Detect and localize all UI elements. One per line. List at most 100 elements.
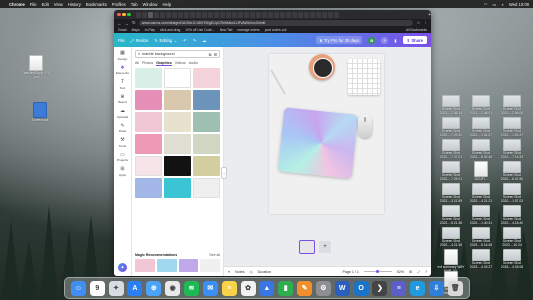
browser-tab[interactable] [207, 11, 213, 18]
zoom-slider[interactable] [363, 269, 392, 274]
tab-photos[interactable]: Photos [142, 61, 153, 66]
reload-icon[interactable]: ↻ [132, 20, 136, 26]
browser-tab[interactable] [171, 11, 177, 18]
desktop-file-icon[interactable]: Screen Shot 2022-...7.15.33 [495, 139, 529, 159]
close-window-button[interactable] [117, 12, 121, 17]
browser-tab[interactable] [213, 11, 219, 18]
redo-icon[interactable]: ↷ [193, 38, 197, 43]
result-tile[interactable] [164, 178, 191, 198]
chrome-icon[interactable]: ◉ [165, 280, 181, 296]
browser-tab[interactable] [255, 11, 261, 18]
result-tile[interactable] [193, 134, 220, 154]
zoom-level[interactable]: 52% [397, 270, 404, 274]
rail-item-brand[interactable]: ♛ Brand [118, 94, 126, 105]
coffee-cup-graphic[interactable] [309, 54, 335, 80]
result-tile[interactable] [135, 156, 162, 176]
pen-graphic[interactable] [270, 69, 286, 95]
browser-tab[interactable] [243, 11, 249, 18]
result-tile[interactable] [164, 90, 191, 110]
browser-tab[interactable] [333, 11, 339, 18]
desktop-file-icon[interactable]: Screen Shot 2022-...4.21.21 [464, 183, 498, 203]
desktop-file-icon[interactable]: Screen Shot 2022-...1.40.31 [464, 205, 498, 225]
result-tile[interactable] [135, 112, 162, 132]
resize-button[interactable]: ⤢ Resize [131, 38, 149, 43]
result-tile[interactable] [193, 112, 220, 132]
tab-audio[interactable]: Audio [189, 61, 198, 66]
help-icon[interactable]: ? [425, 270, 427, 274]
battery-icon[interactable]: ▭ [492, 2, 496, 7]
desktop-file-icon[interactable]: ext summary WAY FAIR JUL [434, 249, 468, 273]
desktop-file-icon[interactable]: Screen Shot 2022-...4.18.40 [495, 205, 529, 225]
duration-button[interactable]: Duration [258, 270, 272, 274]
rail-item-apps[interactable]: ⊞ Apps [119, 166, 126, 177]
magic-tile[interactable] [135, 259, 155, 272]
result-tile[interactable] [164, 156, 191, 176]
rail-item-projects[interactable]: ▭ Projects [117, 152, 128, 163]
browser-tab[interactable] [315, 11, 321, 18]
desktop-file-icon[interactable]: Screen Shot 2021-...2.55.14 [434, 95, 468, 115]
browser-tab[interactable] [303, 11, 309, 18]
undo-icon[interactable]: ↶ [183, 38, 187, 43]
bookmark-item[interactable]: New Tab [220, 28, 233, 32]
tab-all[interactable]: All [135, 61, 139, 66]
search-input[interactable]: ⌕ marble background ⊗ ☰ [135, 50, 220, 58]
word-icon[interactable]: W [334, 280, 350, 296]
menubar-app-name[interactable]: Chrome [9, 2, 25, 7]
bookmark-item[interactable]: Gmail [118, 28, 127, 32]
finder-icon[interactable]: ☺ [70, 280, 86, 296]
photos-icon[interactable]: ✿ [240, 280, 256, 296]
browser-tab[interactable] [201, 11, 207, 18]
browser-tab[interactable] [297, 11, 303, 18]
new-tab-button[interactable]: + [428, 12, 431, 18]
browser-tab[interactable] [153, 11, 159, 18]
appstore-icon[interactable]: A [127, 280, 143, 296]
desktop-folder-icon[interactable]: Screenshot [23, 102, 57, 123]
browser-tab[interactable] [225, 11, 231, 18]
analytics-icon[interactable]: ▮ [394, 38, 396, 43]
bookmark-item[interactable]: manage orders [238, 28, 260, 32]
design-page[interactable] [269, 54, 384, 214]
browser-tab[interactable] [327, 11, 333, 18]
magic-tile[interactable] [156, 259, 177, 272]
safari-icon[interactable]: ⊕ [146, 280, 162, 296]
avatar[interactable]: B [368, 36, 376, 44]
result-tile[interactable] [135, 90, 162, 110]
result-tile[interactable] [164, 68, 191, 88]
browser-tab[interactable] [249, 11, 255, 18]
tab-videos[interactable]: Videos [175, 61, 186, 66]
browser-tab[interactable] [309, 11, 315, 18]
desktop-file-icon[interactable]: Screen Shot 2022-...6.47.50 [495, 161, 529, 181]
mail-icon[interactable]: ✉ [202, 280, 218, 296]
clear-icon[interactable]: ⊗ [208, 52, 211, 57]
minimize-window-button[interactable] [122, 12, 126, 17]
result-tile[interactable] [135, 134, 162, 154]
launchpad-icon[interactable]: ✦ [108, 280, 124, 296]
outlook-icon[interactable]: O [353, 280, 369, 296]
desktop-file-icon[interactable]: Screen Shot 2022-...1.54.07 [464, 117, 498, 137]
magic-tile[interactable] [178, 259, 199, 272]
desktop-file-icon[interactable]: Screen Shot 2023-...6.16.48 [464, 227, 498, 247]
desktop-file-icon[interactable]: Screen Shot 2023-...10.24 [495, 227, 529, 247]
desktop-file-icon[interactable]: Screen Shot 2021-...2.56.01 [464, 95, 498, 115]
menubar-item-profiles[interactable]: Profiles [112, 2, 126, 7]
browser-tab[interactable] [165, 11, 171, 18]
browser-tab[interactable] [141, 11, 147, 18]
rail-item-tools[interactable]: ⚒ Tools [119, 137, 126, 148]
desktop-file-icon[interactable]: Screen Shot 2022-...7.37.01 [434, 139, 468, 159]
bookmark-item[interactable]: post codes ccii [265, 28, 287, 32]
browser-tab[interactable] [279, 11, 285, 18]
spotify-icon[interactable]: ≋ [183, 280, 199, 296]
pages-icon[interactable]: ✎ [297, 280, 313, 296]
menubar-item-file[interactable]: File [30, 2, 37, 7]
rail-item-text[interactable]: T Text [120, 79, 126, 90]
menubar-item-window[interactable]: Window [143, 2, 158, 7]
menubar-item-edit[interactable]: Edit [42, 2, 49, 7]
menubar-item-tab[interactable]: Tab [131, 2, 138, 7]
menubar-clock[interactable]: Wed 10:09 [509, 2, 529, 7]
holographic-mousepad-graphic[interactable] [277, 107, 359, 179]
browser-tab[interactable] [195, 11, 201, 18]
desktop-file-icon[interactable]: Screen Shot 2022-...1.53.37 [495, 117, 529, 137]
browser-tab[interactable] [291, 11, 297, 18]
browser-tab[interactable] [159, 11, 165, 18]
address-bar[interactable]: www.canva.com/design/DAGhb1Cd5VYB/gEUpCR… [138, 20, 414, 26]
